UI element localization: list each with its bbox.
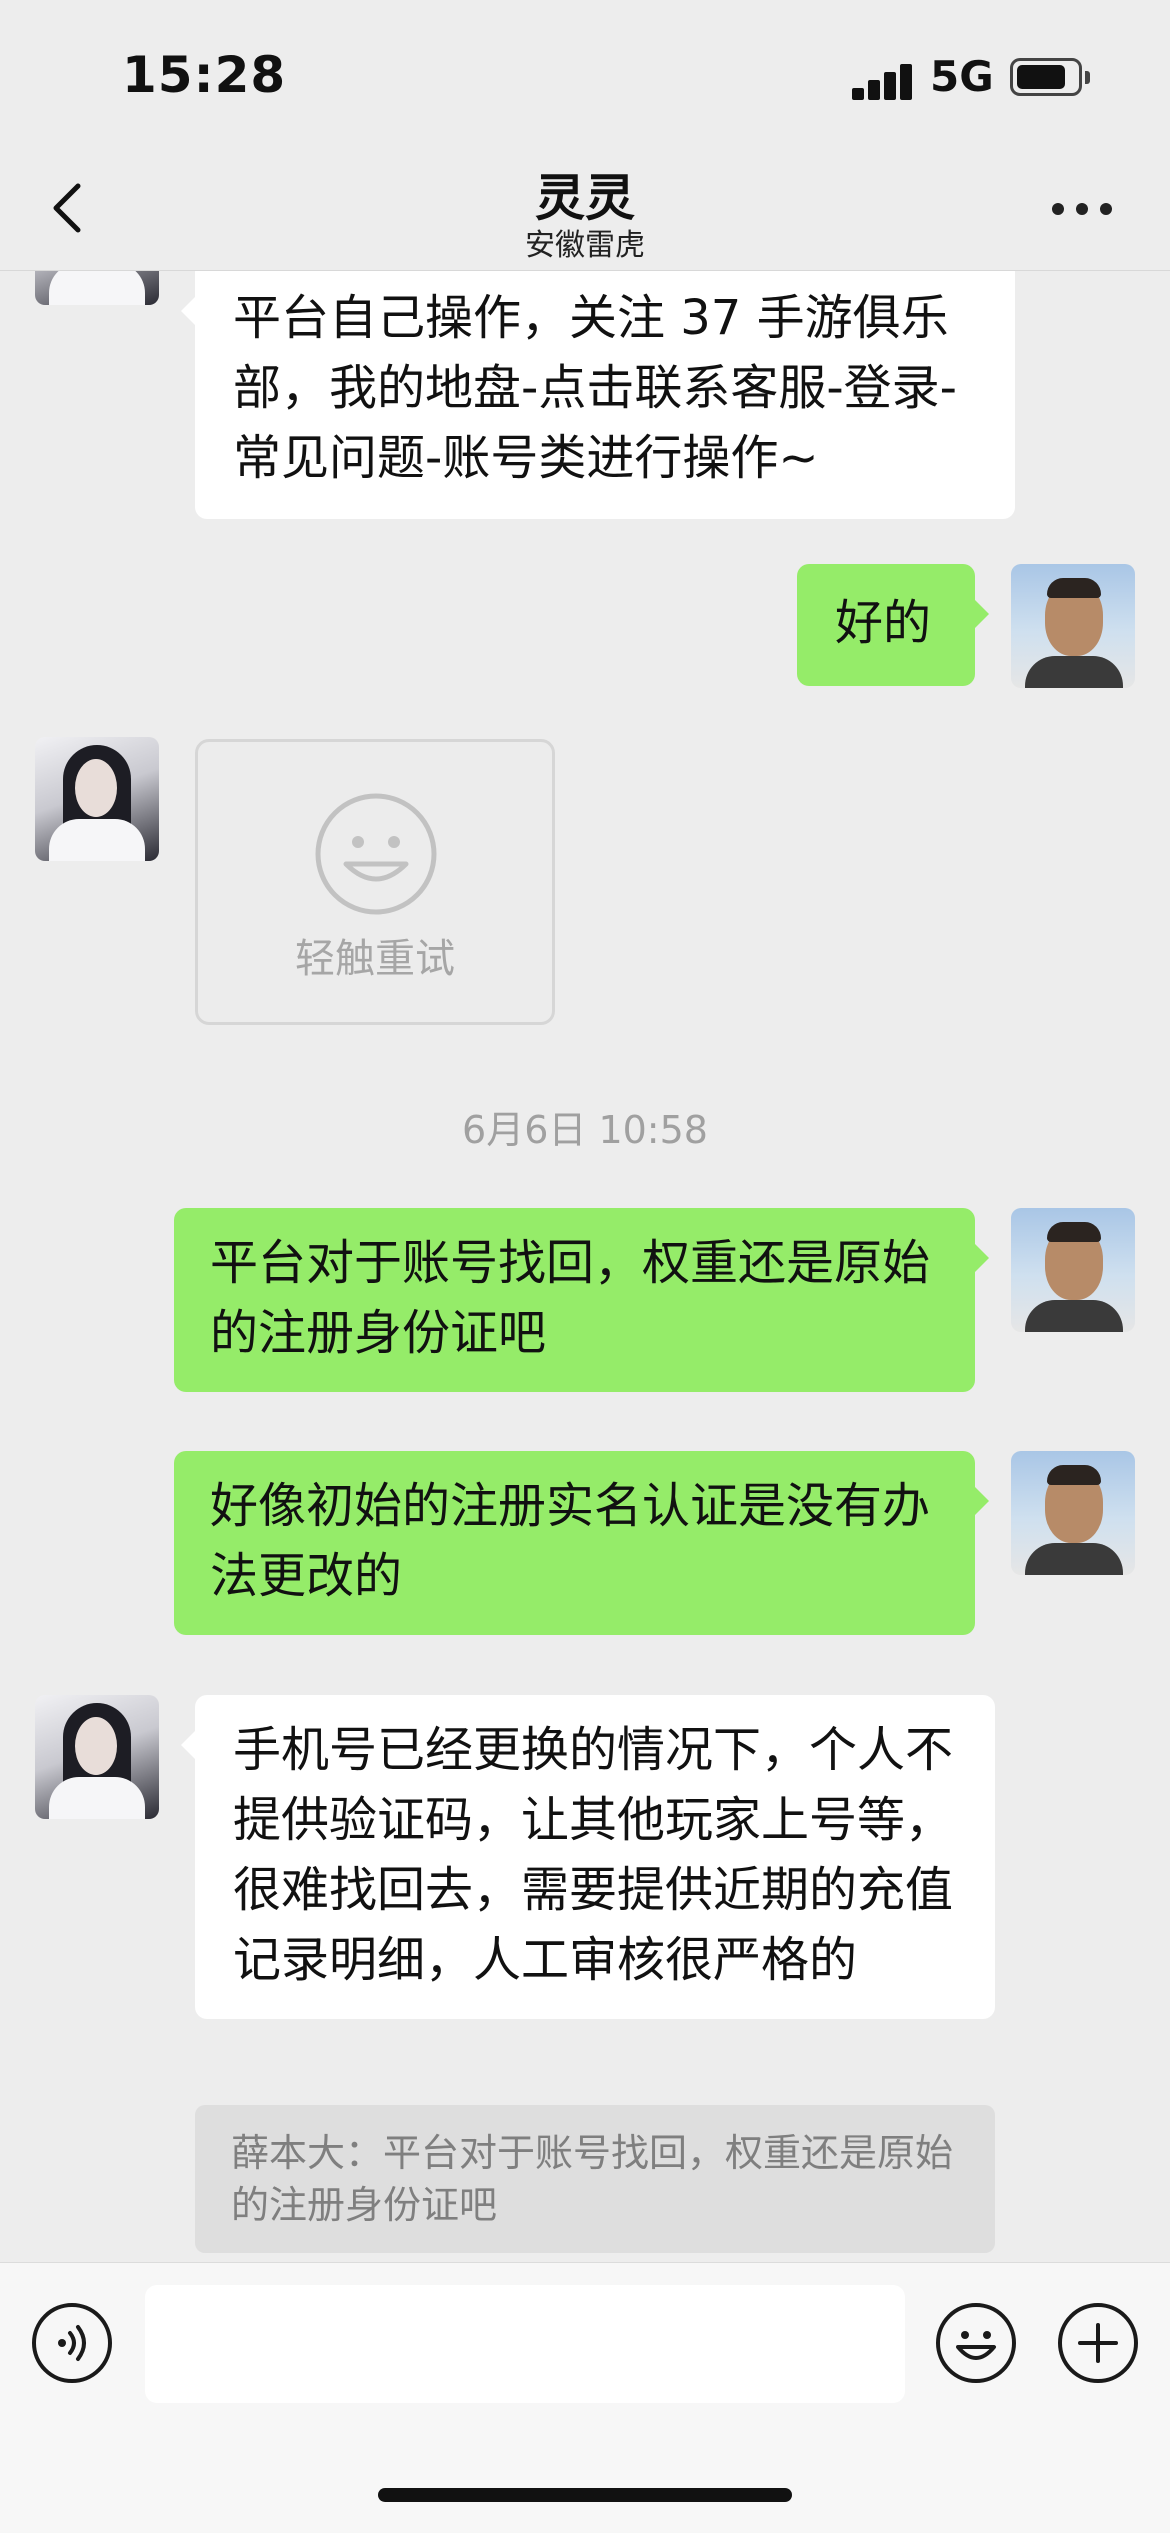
message-text: 手机号已经更换的情况下，个人不提供验证码，让其他玩家上号等，很难找回去，需要提供…	[233, 1722, 954, 1988]
plus-icon	[1078, 2323, 1118, 2363]
emoji-button[interactable]	[936, 2303, 1016, 2383]
my-avatar[interactable]	[1011, 1208, 1135, 1332]
voice-icon	[58, 2325, 86, 2361]
message-text: 好像初始的注册实名认证是没有办法更改的	[210, 1478, 931, 1604]
outgoing-message[interactable]: 好的	[797, 564, 989, 686]
signal-icon	[852, 60, 916, 100]
incoming-message[interactable]: 平台自己操作，关注 37 手游俱乐部，我的地盘-点击联系客服-登录-常见问题-账…	[181, 271, 1015, 519]
status-bar: 15:28 5G	[0, 0, 1170, 150]
home-indicator[interactable]	[378, 2488, 792, 2502]
tap-to-retry-label[interactable]: 轻触重试	[198, 926, 552, 984]
outgoing-message[interactable]: 平台对于账号找回，权重还是原始的注册身份证吧	[174, 1208, 989, 1392]
message-timestamp: 6月6日 10:58	[462, 1108, 708, 1152]
outgoing-message[interactable]: 好像初始的注册实名认证是没有办法更改的	[174, 1451, 989, 1635]
my-avatar[interactable]	[1011, 564, 1135, 688]
chat-subtitle: 安徽雷虎	[525, 228, 645, 263]
voice-input-button[interactable]	[32, 2303, 112, 2383]
quoted-text: 薛本大：平台对于账号找回，权重还是原始的注册身份证吧	[231, 2131, 954, 2227]
smiley-placeholder-icon	[315, 793, 437, 915]
network-type: 5G	[930, 52, 994, 101]
more-functions-button[interactable]	[1058, 2303, 1138, 2383]
message-list[interactable]: 平台自己操作，关注 37 手游俱乐部，我的地盘-点击联系客服-登录-常见问题-账…	[0, 271, 1170, 2261]
emoji-icon	[956, 2331, 996, 2360]
status-time: 15:28	[122, 46, 287, 104]
message-text: 平台自己操作，关注 37 手游俱乐部，我的地盘-点击联系客服-登录-常见问题-账…	[233, 290, 957, 486]
chat-header: 灵灵 安徽雷虎	[0, 150, 1170, 271]
contact-avatar[interactable]	[35, 1695, 159, 1819]
my-avatar[interactable]	[1011, 1451, 1135, 1575]
message-input[interactable]	[145, 2285, 905, 2403]
battery-icon	[1010, 58, 1090, 96]
quoted-message[interactable]: 薛本大：平台对于账号找回，权重还是原始的注册身份证吧	[195, 2105, 995, 2253]
incoming-message[interactable]: 手机号已经更换的情况下，个人不提供验证码，让其他玩家上号等，很难找回去，需要提供…	[181, 1695, 995, 2019]
contact-avatar[interactable]	[35, 737, 159, 861]
contact-avatar[interactable]	[35, 271, 159, 305]
input-bar	[0, 2262, 1170, 2533]
message-text: 平台对于账号找回，权重还是原始的注册身份证吧	[210, 1235, 931, 1361]
failed-sticker-message[interactable]: 轻触重试	[195, 739, 555, 1025]
message-text: 好的	[835, 595, 932, 651]
more-options-icon[interactable]	[1052, 200, 1112, 220]
